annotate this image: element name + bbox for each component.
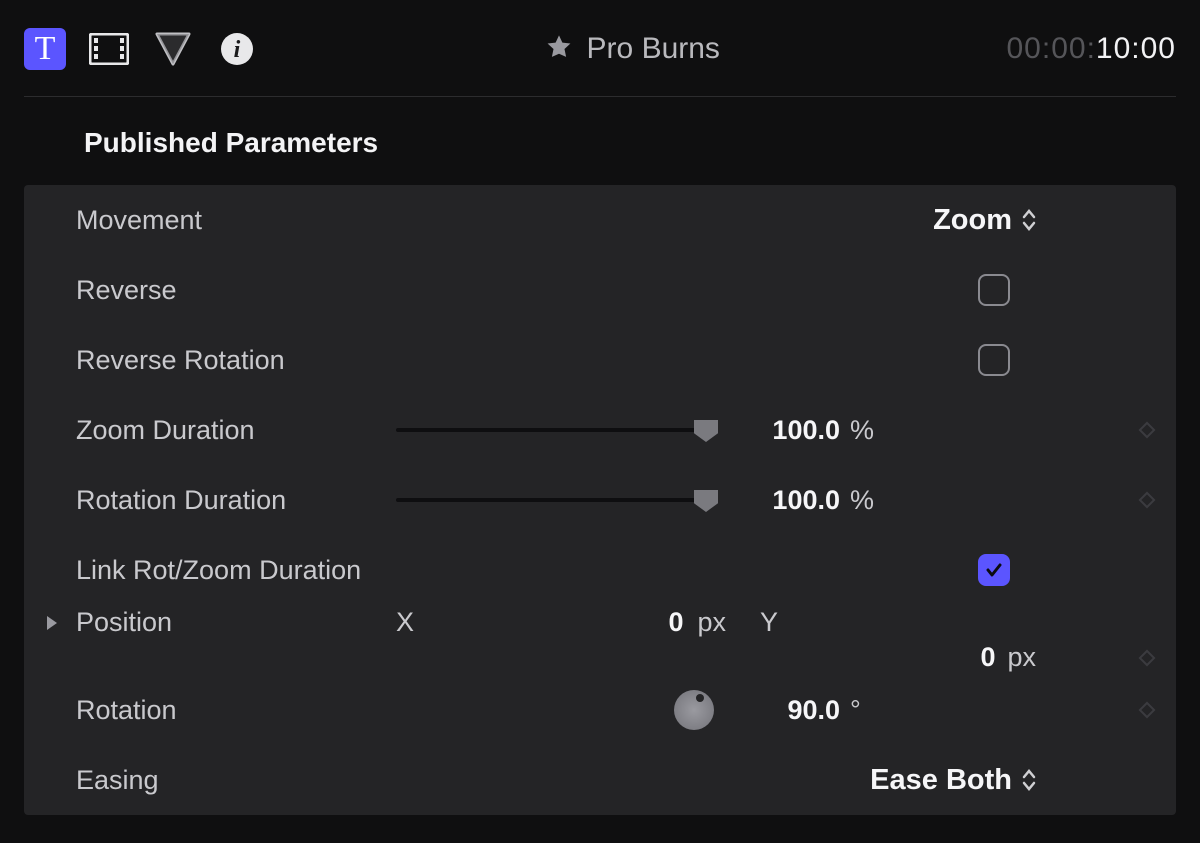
param-row-movement: Movement Zoom	[44, 185, 1156, 255]
rotation-keyframe[interactable]	[1116, 701, 1156, 719]
position-disclosure[interactable]	[44, 614, 76, 632]
rotation-label: Rotation	[76, 695, 396, 726]
chevron-updown-icon	[1022, 768, 1036, 792]
param-row-reverse-rotation: Reverse Rotation	[44, 325, 1156, 395]
position-x-unit: px	[693, 607, 726, 638]
param-row-rotation: Rotation 90.0 °	[44, 675, 1156, 745]
rotation-duration-slider[interactable]	[396, 487, 726, 513]
param-row-zoom-duration: Zoom Duration 100.0 %	[44, 395, 1156, 465]
inspector-header: T i Pro Burns 00:00:10:00	[24, 22, 1176, 76]
param-row-link-rot-zoom: Link Rot/Zoom Duration	[44, 535, 1156, 605]
timecode-display: 00:00:10:00	[1007, 32, 1177, 66]
position-x-label: X	[396, 607, 414, 638]
link-rot-zoom-checkbox[interactable]	[978, 554, 1010, 586]
position-x-value[interactable]: 0	[668, 607, 683, 638]
zoom-duration-slider[interactable]	[396, 417, 726, 443]
reverse-rotation-checkbox[interactable]	[978, 344, 1010, 376]
info-inspector-tab[interactable]: i	[216, 28, 258, 70]
chevron-updown-icon	[1022, 208, 1036, 232]
position-y-label: Y	[760, 607, 778, 638]
param-row-reverse: Reverse	[44, 255, 1156, 325]
zoom-duration-value[interactable]: 100.0	[726, 415, 846, 446]
clip-title: Pro Burns	[587, 32, 720, 66]
movement-dropdown[interactable]: Zoom	[726, 204, 1036, 237]
param-row-position: Position X 0 px Y 0 px	[44, 605, 1156, 675]
zoom-duration-unit: %	[846, 415, 906, 446]
position-label: Position	[76, 607, 396, 638]
zoom-duration-keyframe[interactable]	[1116, 421, 1156, 439]
rotation-duration-label: Rotation Duration	[76, 485, 396, 516]
param-row-easing: Easing Ease Both	[44, 745, 1156, 815]
reverse-checkbox[interactable]	[978, 274, 1010, 306]
rotation-dial[interactable]	[674, 690, 714, 730]
rotation-duration-keyframe[interactable]	[1116, 491, 1156, 509]
rotation-duration-unit: %	[846, 485, 906, 516]
position-y-value[interactable]: 0	[980, 642, 995, 673]
easing-dropdown[interactable]: Ease Both	[726, 764, 1036, 797]
rotation-duration-value[interactable]: 100.0	[726, 485, 846, 516]
triangle-inspector-tab[interactable]	[152, 28, 194, 70]
easing-label: Easing	[76, 765, 396, 796]
position-keyframe[interactable]	[1116, 649, 1156, 667]
reverse-rotation-label: Reverse Rotation	[76, 345, 396, 376]
link-rot-zoom-label: Link Rot/Zoom Duration	[76, 555, 726, 586]
rotation-unit: °	[846, 695, 906, 726]
zoom-duration-label: Zoom Duration	[76, 415, 396, 446]
position-y-unit: px	[1003, 642, 1036, 673]
video-inspector-tab[interactable]	[88, 28, 130, 70]
svg-text:i: i	[234, 37, 241, 63]
section-title: Published Parameters	[24, 97, 1176, 185]
favorite-star-icon[interactable]	[545, 33, 573, 66]
check-icon	[984, 560, 1004, 580]
reverse-label: Reverse	[76, 275, 396, 306]
param-row-rotation-duration: Rotation Duration 100.0 %	[44, 465, 1156, 535]
parameters-panel: Movement Zoom Reverse Reverse Rotation	[24, 185, 1176, 815]
rotation-value[interactable]: 90.0	[726, 695, 846, 726]
movement-label: Movement	[76, 205, 396, 236]
text-inspector-tab[interactable]: T	[24, 28, 66, 70]
